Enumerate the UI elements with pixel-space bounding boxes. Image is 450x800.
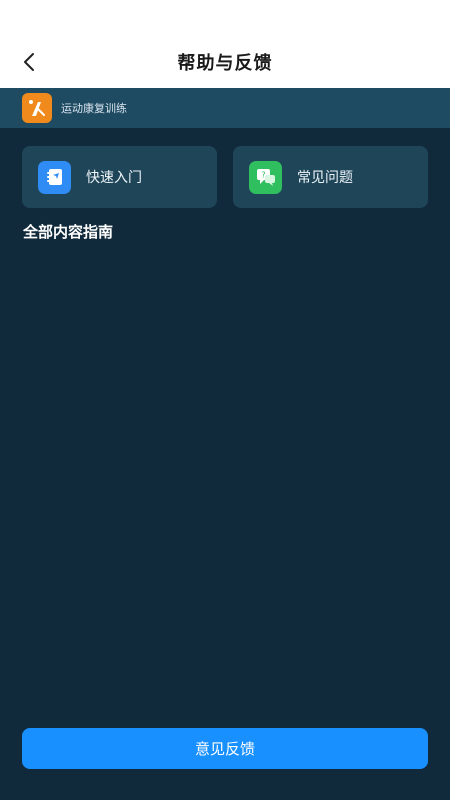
faq-chat-icon: ? [249, 160, 282, 194]
chevron-left-icon [24, 53, 34, 71]
back-button[interactable] [14, 48, 44, 76]
section-title: 全部内容指南 [23, 223, 114, 241]
app-logo-icon [22, 93, 52, 123]
feedback-button[interactable]: 意见反馈 [22, 728, 428, 769]
quick-links: 快速入门 ? 常见问题 [22, 146, 428, 208]
top-nav-bar: 帮助与反馈 [0, 36, 450, 88]
faq-card[interactable]: ? 常见问题 [233, 146, 428, 208]
app-name: 运动康复训练 [61, 102, 127, 115]
svg-text:?: ? [261, 171, 265, 180]
app-banner: 运动康复训练 [0, 88, 450, 128]
quick-start-card[interactable]: 快速入门 [22, 146, 217, 208]
faq-label: 常见问题 [297, 170, 353, 186]
page-title: 帮助与反馈 [177, 53, 273, 74]
feedback-button-label: 意见反馈 [194, 741, 255, 758]
quick-start-label: 快速入门 [86, 170, 142, 186]
status-bar-area [0, 0, 450, 36]
guide-book-icon [38, 160, 71, 194]
